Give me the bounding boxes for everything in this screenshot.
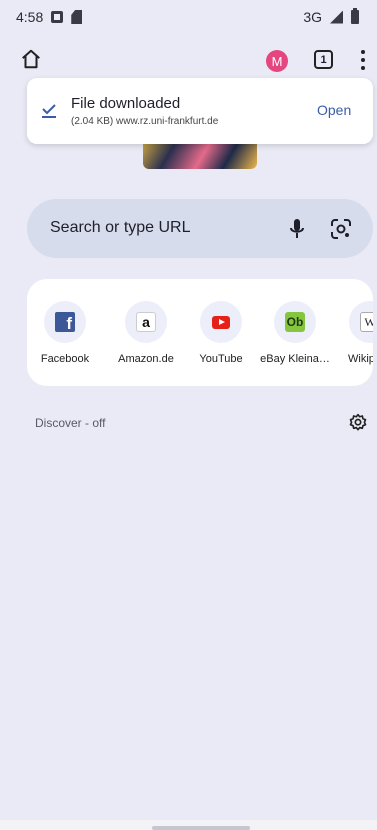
status-right: 3G: [303, 8, 359, 25]
shortcut-amazon[interactable]: a Amazon.de: [109, 279, 183, 386]
overflow-menu-button[interactable]: [360, 50, 366, 70]
amazon-icon: a: [136, 312, 156, 332]
status-time: 4:58: [16, 9, 44, 25]
microphone-icon[interactable]: [289, 218, 305, 240]
shortcut-icon-circle: Ob: [274, 301, 316, 343]
shortcut-ebay-kleinanzeigen[interactable]: Ob eBay Kleina…: [258, 279, 332, 386]
status-left: 4:58: [16, 9, 83, 25]
youtube-icon: [212, 315, 230, 329]
download-check-icon: [42, 104, 56, 118]
browser-toolbar: M 1: [0, 40, 377, 80]
toast-subtitle: (2.04 KB) www.rz.uni-frankfurt.de: [71, 116, 219, 127]
wikipedia-icon: W: [360, 312, 373, 332]
home-button[interactable]: [20, 48, 46, 74]
status-bar: 4:58 3G: [0, 0, 377, 34]
menu-dot: [361, 58, 365, 62]
shortcut-label: Wikip: [348, 353, 373, 365]
discover-status: Discover - off: [35, 416, 106, 430]
shortcuts-panel: f Facebook a Amazon.de YouTube Ob eBay K…: [27, 279, 373, 386]
battery-icon: [351, 8, 359, 24]
shortcut-label: Facebook: [40, 353, 90, 365]
account-avatar[interactable]: M: [266, 50, 288, 72]
shortcut-icon-circle: [200, 301, 242, 343]
notification-icon: [51, 11, 64, 23]
network-type: 3G: [303, 9, 322, 25]
search-placeholder[interactable]: Search or type URL: [50, 219, 191, 237]
shortcut-youtube[interactable]: YouTube: [184, 279, 258, 386]
search-box[interactable]: Search or type URL: [27, 199, 373, 258]
download-toast: File downloaded (2.04 KB) www.rz.uni-fra…: [27, 78, 373, 144]
menu-dot: [361, 50, 365, 54]
shortcut-icon-circle: f: [44, 301, 86, 343]
shortcut-label: Amazon.de: [118, 353, 174, 365]
shortcut-wikipedia[interactable]: W Wikip: [333, 279, 373, 386]
open-button[interactable]: Open: [317, 102, 351, 118]
shortcut-icon-circle: a: [125, 301, 167, 343]
shortcut-icon-circle: W: [349, 301, 373, 343]
menu-dot: [361, 66, 365, 70]
settings-gear-icon[interactable]: [348, 413, 368, 433]
signal-icon: [330, 10, 343, 24]
gesture-handle[interactable]: [152, 826, 250, 830]
tab-switcher-button[interactable]: 1: [314, 50, 333, 69]
sd-card-icon: [71, 10, 83, 24]
facebook-icon: f: [55, 312, 75, 332]
shortcut-label: YouTube: [199, 353, 243, 365]
ebay-kleinanzeigen-icon: Ob: [285, 312, 305, 332]
google-lens-icon[interactable]: [330, 218, 352, 240]
toast-title: File downloaded: [71, 95, 181, 112]
shortcut-facebook[interactable]: f Facebook: [28, 279, 102, 386]
home-icon: [22, 49, 40, 69]
shortcut-label: eBay Kleina…: [260, 353, 330, 365]
